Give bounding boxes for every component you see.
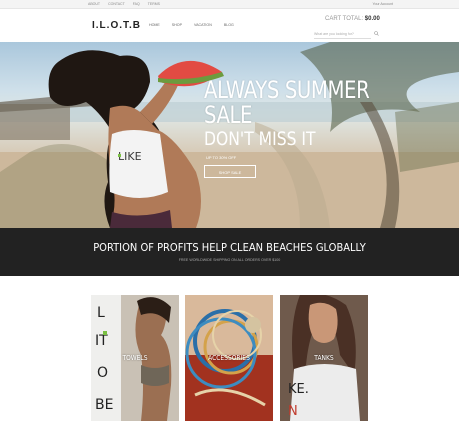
promo-subtext: FREE WORLDWIDE SHIPPING ON ALL ORDERS OV… <box>178 258 281 262</box>
top-link-about[interactable]: ABOUT <box>88 2 100 6</box>
search-input[interactable]: What are you looking for? <box>314 31 379 39</box>
hero-promo: UP TO 30% OFF <box>206 155 237 160</box>
search-icon[interactable] <box>374 31 379 36</box>
hero-banner[interactable]: LIKE ALWAYS SUMMER SALE DON'T MISS IT UP… <box>0 42 459 228</box>
promo-headline: PORTION OF PROFITS HELP CLEAN BEACHES GL… <box>93 241 366 254</box>
nav-item-shop[interactable]: SHOP <box>172 23 182 27</box>
hero-subtitle: DON'T MISS IT <box>204 128 316 150</box>
category-label-accessories: ACCESSORIES <box>208 354 250 362</box>
site-logo[interactable]: I.L.O.T.B <box>92 20 141 31</box>
top-link-faq[interactable]: FAQ <box>133 2 140 6</box>
cart-label: CART TOTAL: <box>325 16 364 22</box>
top-link-terms[interactable]: TERMS <box>148 2 160 6</box>
cart-amount: $0.00 <box>364 16 380 22</box>
svg-text:L: L <box>97 305 105 321</box>
main-nav: HOME SHOP VACATION BLOG <box>149 23 234 27</box>
category-label-tanks: TANKS <box>314 354 334 362</box>
svg-text:O: O <box>97 365 108 381</box>
top-utility-bar: ABOUT CONTACT FAQ TERMS Your Account <box>0 0 459 9</box>
svg-text:IT: IT <box>95 333 108 349</box>
category-tanks[interactable]: KE. N TANKS <box>280 295 368 421</box>
hero-title-line1: ALWAYS SUMMER <box>204 76 370 104</box>
nav-item-home[interactable]: HOME <box>149 23 160 27</box>
svg-text:KE.: KE. <box>288 382 309 397</box>
svg-text:N: N <box>288 404 298 419</box>
category-tiles: L IT O BE TOWELS ACCESSORIES KE. N TANKS <box>91 295 368 421</box>
category-towels[interactable]: L IT O BE TOWELS <box>91 295 179 421</box>
site-header: I.L.O.T.B HOME SHOP VACATION BLOG CART T… <box>0 9 459 42</box>
nav-item-vacation[interactable]: VACATION <box>194 23 212 27</box>
svg-text:BE: BE <box>95 397 113 413</box>
hero-title: ALWAYS SUMMER SALE <box>204 76 370 129</box>
hero-title-line2: SALE <box>204 101 253 129</box>
logo-text: I.L.O.T.B <box>92 20 141 31</box>
cart-total[interactable]: CART TOTAL: $0.00 <box>325 16 380 22</box>
account-link[interactable]: Your Account <box>373 2 394 6</box>
top-links: ABOUT CONTACT FAQ TERMS <box>88 2 160 6</box>
promo-band: PORTION OF PROFITS HELP CLEAN BEACHES GL… <box>0 228 459 276</box>
top-link-contact[interactable]: CONTACT <box>108 2 125 6</box>
category-accessories[interactable]: ACCESSORIES <box>185 295 273 421</box>
search-placeholder: What are you looking for? <box>314 32 354 36</box>
nav-item-blog[interactable]: BLOG <box>224 23 234 27</box>
svg-text:LIKE: LIKE <box>118 150 142 163</box>
shop-sale-button[interactable]: SHOP SALE <box>204 165 256 178</box>
category-label-towels: TOWELS <box>122 354 148 362</box>
